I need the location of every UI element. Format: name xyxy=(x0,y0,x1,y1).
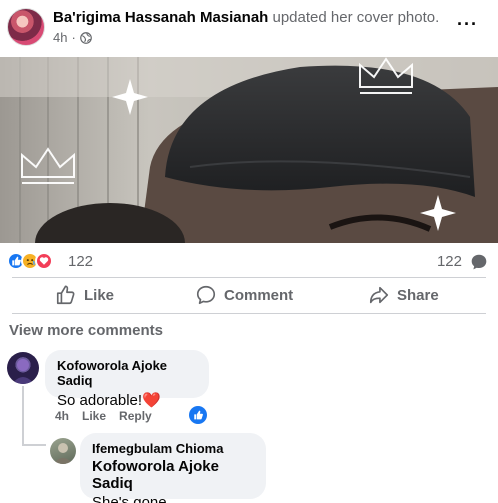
commenter-avatar[interactable] xyxy=(7,352,39,384)
thread-connector xyxy=(22,444,46,446)
like-button-label: Like xyxy=(84,286,115,304)
comment-like-reaction-icon[interactable] xyxy=(189,406,207,424)
like-button[interactable]: Like xyxy=(55,280,114,310)
comment-count[interactable]: 122 xyxy=(437,253,462,270)
author-name[interactable]: Ba'rigima Hassanah Masianah xyxy=(53,9,268,26)
thread-line xyxy=(22,386,24,446)
reply-author[interactable]: Ifemegbulam Chioma xyxy=(92,441,254,456)
post-time[interactable]: 4h xyxy=(53,30,67,45)
divider-top xyxy=(12,277,486,278)
comment-text: So adorable!❤️ xyxy=(57,391,197,409)
share-button[interactable]: Share xyxy=(368,280,439,310)
globe-icon xyxy=(79,31,92,44)
thumbs-up-icon xyxy=(56,285,75,305)
comment-icon xyxy=(196,285,216,305)
reply-avatar[interactable] xyxy=(50,438,76,464)
view-more-comments-link[interactable]: View more comments xyxy=(9,322,163,339)
post-header-text: Ba'rigima Hassanah Masianah updated her … xyxy=(53,9,439,26)
reaction-count[interactable]: 122 xyxy=(68,253,93,270)
post-action-text: updated her cover photo. xyxy=(272,9,440,26)
reactions-summary: 122 122 xyxy=(0,248,498,276)
share-icon xyxy=(369,286,389,304)
share-button-label: Share xyxy=(397,286,439,304)
comment-meta: 4h Like Reply xyxy=(55,409,152,423)
dot-separator: · xyxy=(71,30,76,45)
comment-text-body: So adorable! xyxy=(57,392,143,409)
more-options-button[interactable]: ··· xyxy=(457,14,478,35)
reply-mention[interactable]: Kofoworola Ajoke Sadiq xyxy=(92,458,254,492)
reply-text: She's gone xyxy=(92,494,167,503)
reply-bubble: Ifemegbulam Chioma Kofoworola Ajoke Sadi… xyxy=(80,433,266,503)
author-avatar[interactable] xyxy=(7,8,45,46)
post-actions: Like Comment Share xyxy=(0,280,498,310)
reaction-icons[interactable] xyxy=(7,252,53,270)
love-reaction-icon xyxy=(35,252,53,270)
comment-bubble-icon xyxy=(471,254,487,270)
divider-bottom xyxy=(12,313,486,314)
comment-button-label: Comment xyxy=(224,286,294,304)
post-header: Ba'rigima Hassanah Masianah updated her … xyxy=(0,0,498,56)
heart-emoji-icon: ❤️ xyxy=(142,392,161,409)
comment-bubble: Kofoworola Ajoke Sadiq So adorable!❤️ xyxy=(45,350,209,409)
cover-photo[interactable] xyxy=(0,57,498,243)
cover-photo-image xyxy=(0,57,498,243)
comment-button[interactable]: Comment xyxy=(195,280,293,310)
post-meta: 4h · xyxy=(53,30,92,45)
comment-author[interactable]: Kofoworola Ajoke Sadiq xyxy=(57,358,197,388)
comment-reply-link[interactable]: Reply xyxy=(119,409,152,423)
comment-like-link[interactable]: Like xyxy=(82,409,106,423)
comment-time[interactable]: 4h xyxy=(55,409,69,423)
